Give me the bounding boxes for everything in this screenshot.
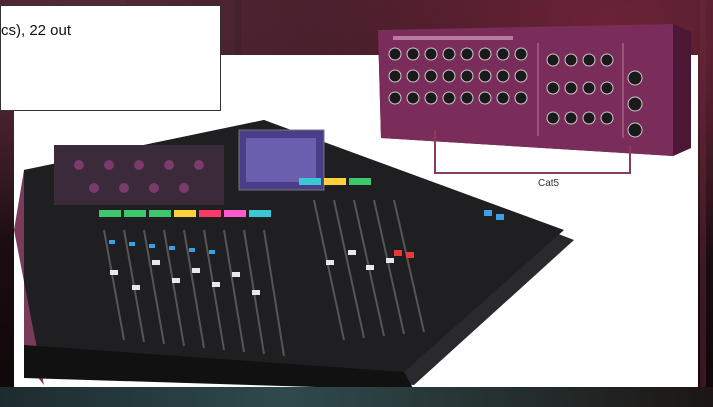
bottom-strip [0, 387, 713, 407]
tooltip-text: cs), 22 out [1, 22, 72, 39]
mixing-console-image [14, 120, 574, 390]
tooltip-callout: cs), 22 out [0, 5, 221, 111]
background-stripe [700, 0, 706, 407]
